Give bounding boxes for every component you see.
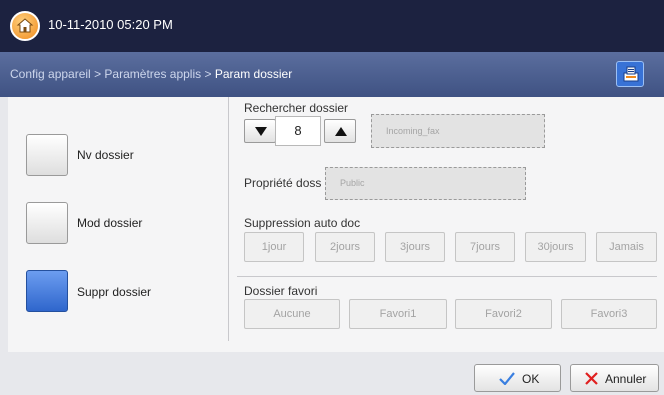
folder-number-value: 8 bbox=[275, 116, 321, 146]
modify-folder-label: Mod dossier bbox=[77, 216, 143, 230]
new-folder-button[interactable] bbox=[26, 134, 68, 176]
breadcrumb-config[interactable]: Config appareil bbox=[10, 67, 91, 81]
auto-delete-3jours[interactable]: 3jours bbox=[385, 232, 445, 262]
datetime-label: 10-11-2010 05:20 PM bbox=[48, 17, 173, 32]
auto-delete-label: Suppression auto doc bbox=[244, 216, 361, 230]
arrow-down-icon bbox=[255, 127, 267, 136]
auto-delete-30jours[interactable]: 30jours bbox=[525, 232, 586, 262]
vertical-divider bbox=[228, 97, 229, 341]
auto-delete-jamais[interactable]: Jamais bbox=[596, 232, 657, 262]
favorite-aucune[interactable]: Aucune bbox=[244, 299, 340, 329]
cancel-button[interactable]: Annuler bbox=[570, 364, 659, 392]
auto-delete-1jour[interactable]: 1jour bbox=[244, 232, 304, 262]
home-icon bbox=[16, 18, 34, 33]
modify-folder-button[interactable] bbox=[26, 202, 68, 244]
breadcrumb-separator: > bbox=[204, 67, 212, 81]
ok-button[interactable]: OK bbox=[474, 364, 561, 392]
auto-delete-7jours[interactable]: 7jours bbox=[455, 232, 515, 262]
breadcrumb-separator: > bbox=[94, 67, 102, 81]
property-label: Propriété doss bbox=[244, 176, 322, 190]
property-field: Public bbox=[325, 167, 526, 200]
auto-delete-2jours[interactable]: 2jours bbox=[315, 232, 375, 262]
breadcrumb-apps[interactable]: Paramètres applis bbox=[104, 67, 201, 81]
ok-label: OK bbox=[522, 372, 540, 386]
favorite-folder-label: Dossier favori bbox=[244, 284, 318, 298]
breadcrumb: Config appareil > Paramètres applis > Pa… bbox=[10, 67, 292, 81]
home-button[interactable] bbox=[10, 11, 40, 41]
arrow-up-icon bbox=[335, 127, 347, 136]
cancel-label: Annuler bbox=[605, 372, 647, 386]
delete-folder-button[interactable] bbox=[26, 270, 68, 312]
x-icon bbox=[585, 372, 598, 385]
increment-button[interactable] bbox=[324, 119, 356, 143]
folder-name-field: Incoming_fax bbox=[371, 114, 545, 148]
favorite-favori3[interactable]: Favori3 bbox=[561, 299, 657, 329]
breadcrumb-current: Param dossier bbox=[214, 67, 293, 81]
checkmark-icon bbox=[499, 372, 515, 385]
top-bar: 10-11-2010 05:20 PM bbox=[0, 0, 664, 52]
favorite-favori2[interactable]: Favori2 bbox=[455, 299, 552, 329]
delete-folder-label: Suppr dossier bbox=[77, 285, 152, 299]
horizontal-divider bbox=[237, 276, 657, 277]
search-folder-label: Rechercher dossier bbox=[244, 101, 349, 115]
decrement-button[interactable] bbox=[244, 119, 276, 143]
job-status-button[interactable] bbox=[616, 61, 644, 87]
breadcrumb-bar: Config appareil > Paramètres applis > Pa… bbox=[0, 52, 664, 97]
new-folder-label: Nv dossier bbox=[77, 148, 134, 162]
favorite-favori1[interactable]: Favori1 bbox=[349, 299, 447, 329]
job-status-icon bbox=[623, 66, 639, 82]
